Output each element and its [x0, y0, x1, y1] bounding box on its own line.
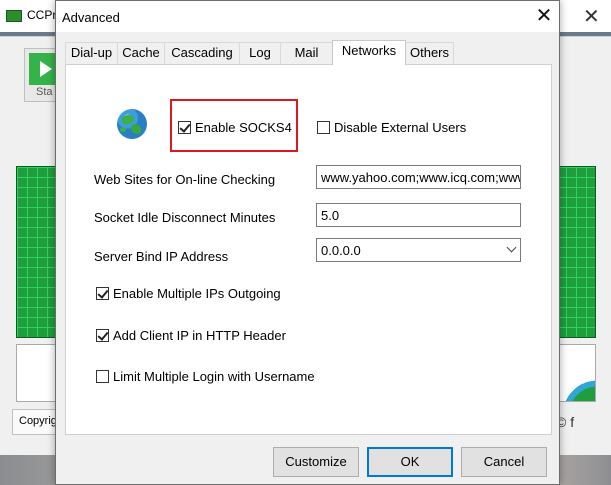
add-client-ip-label: Add Client IP in HTTP Header — [113, 327, 286, 343]
ok-button[interactable]: OK — [367, 447, 453, 477]
dialog-title: Advanced — [62, 10, 120, 25]
checkbox-checked-icon[interactable] — [96, 286, 109, 300]
tab-cascading[interactable]: Cascading — [164, 42, 240, 64]
enable-multiple-ips-label: Enable Multiple IPs Outgoing — [113, 285, 281, 301]
enable-socks4-checkbox[interactable]: Enable SOCKS4 — [178, 118, 292, 136]
checkbox-unchecked-icon[interactable] — [96, 369, 109, 383]
socket-idle-label: Socket Idle Disconnect Minutes — [94, 210, 276, 225]
globe-icon — [117, 109, 147, 139]
server-bind-select[interactable]: 0.0.0.0 — [316, 238, 521, 262]
start-button-label: Sta — [36, 86, 53, 98]
limit-multiple-login-checkbox[interactable]: Limit Multiple Login with Username — [96, 367, 315, 385]
status-box-left — [16, 344, 56, 402]
checkbox-unchecked-icon[interactable] — [317, 120, 330, 134]
web-sites-field[interactable]: www.yahoo.com;www.icq.com;www — [316, 165, 521, 189]
disable-external-users-label: Disable External Users — [334, 119, 467, 135]
tab-others[interactable]: Others — [405, 42, 454, 64]
ccproxy-app-icon — [6, 10, 22, 22]
cancel-button[interactable]: Cancel — [461, 447, 547, 477]
wave-graphic — [556, 345, 595, 401]
server-bind-value: 0.0.0.0 — [321, 243, 361, 258]
checkbox-checked-icon[interactable] — [96, 328, 109, 342]
traffic-graph-left — [16, 166, 56, 338]
tab-networks[interactable]: Networks — [332, 40, 406, 65]
tab-log[interactable]: Log — [239, 42, 281, 64]
copyright-button[interactable]: Copyrig — [12, 409, 56, 435]
add-client-ip-checkbox[interactable]: Add Client IP in HTTP Header — [96, 326, 286, 344]
advanced-dialog: Advanced ✕ Dial-up Cache Cascading Log M… — [55, 0, 560, 485]
web-sites-label: Web Sites for On-line Checking — [94, 172, 276, 187]
traffic-graph-right — [555, 166, 596, 338]
server-bind-label: Server Bind IP Address — [94, 249, 229, 264]
enable-socks4-label: Enable SOCKS4 — [195, 119, 292, 135]
socket-idle-field[interactable]: 5.0 — [316, 203, 521, 227]
tab-dial-up[interactable]: Dial-up — [65, 42, 118, 64]
status-box-right — [555, 344, 596, 402]
limit-multiple-login-label: Limit Multiple Login with Username — [113, 368, 315, 384]
background-close-icon[interactable]: ✕ — [583, 4, 600, 29]
tab-mail[interactable]: Mail — [280, 42, 333, 64]
dialog-titlebar: Advanced ✕ — [56, 1, 559, 32]
chevron-down-icon — [506, 242, 517, 253]
tab-cache[interactable]: Cache — [117, 42, 165, 64]
close-icon[interactable]: ✕ — [530, 4, 558, 30]
enable-multiple-ips-checkbox[interactable]: Enable Multiple IPs Outgoing — [96, 284, 281, 302]
checkbox-checked-icon[interactable] — [178, 120, 191, 134]
disable-external-users-checkbox[interactable]: Disable External Users — [317, 118, 466, 136]
customize-button[interactable]: Customize — [273, 447, 359, 477]
